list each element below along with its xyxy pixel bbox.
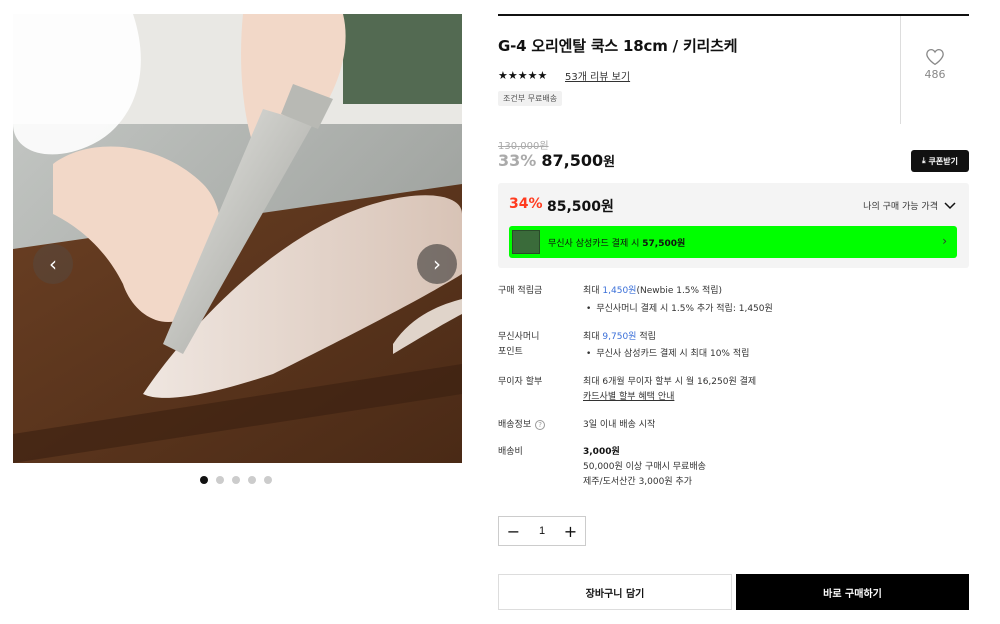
money-suffix: 적립: [636, 332, 656, 342]
chevron-right-icon: ›: [433, 252, 441, 276]
chevron-right-icon: ›: [942, 234, 947, 248]
like-count: 486: [924, 68, 946, 81]
top-divider: [498, 14, 969, 16]
gallery-pagination: [200, 476, 272, 484]
help-icon[interactable]: ?: [535, 419, 546, 430]
product-title: G-4 오리엔탈 쿡스 18cm / 키리츠케: [498, 37, 738, 55]
download-icon: ⤓: [922, 156, 926, 165]
money-label: 무신사머니 포인트: [498, 330, 539, 360]
card-benefit-banner[interactable]: 무신사 삼성카드 결제 시 57,500원 ›: [509, 226, 957, 258]
fee-value: 3,000원: [583, 447, 620, 457]
fee-extra: 제주/도서산간 3,000원 추가: [583, 477, 693, 487]
coupon-button-label: 쿠폰받기: [928, 156, 958, 166]
rating-stars-icon: ★★★★★: [498, 69, 548, 82]
discount-percent: 33%: [498, 151, 537, 170]
review-link[interactable]: 53개 리뷰 보기: [565, 68, 630, 83]
points-label: 구매 적립금: [498, 286, 543, 296]
money-label-line1: 무신사머니: [498, 332, 540, 342]
quantity-input[interactable]: [528, 525, 556, 537]
card-benefit-price: 57,500원: [642, 238, 686, 249]
card-benefit-text: 무신사 삼성카드 결제 시 57,500원: [548, 236, 685, 249]
gallery-dot[interactable]: [232, 476, 240, 484]
like-button[interactable]: 486: [915, 48, 955, 81]
gallery-dot[interactable]: [264, 476, 272, 484]
original-price: 130,000원: [498, 141, 549, 152]
buy-now-button[interactable]: 바로 구매하기: [736, 574, 969, 610]
delivery-text: 3일 이내 배송 시작: [583, 420, 656, 430]
money-value: 최대 9,750원 적립: [583, 330, 656, 345]
money-label-line2: 포인트: [498, 347, 523, 357]
delivery-label-text: 배송정보: [498, 420, 532, 430]
quantity-minus-button[interactable]: −: [499, 517, 528, 545]
add-to-cart-button[interactable]: 장바구니 담기: [498, 574, 732, 610]
coupon-button[interactable]: ⤓ 쿠폰받기: [911, 150, 969, 172]
installment-text: 최대 6개월 무이자 할부 시 월 16,250원 결제: [583, 377, 757, 387]
card-benefit-label: 무신사 삼성카드 결제 시: [548, 238, 640, 249]
delivery-label: 배송정보?: [498, 418, 546, 433]
gallery-dot[interactable]: [216, 476, 224, 484]
chevron-down-icon: [944, 201, 956, 209]
my-price-value: 85,500원: [547, 199, 614, 215]
money-prefix: 최대: [583, 332, 603, 342]
card-thumbnail: [512, 230, 540, 254]
like-divider: [900, 16, 901, 124]
gallery-prev-button[interactable]: ‹: [33, 244, 73, 284]
points-prefix: 최대: [583, 286, 603, 296]
points-suffix: (Newbie 1.5% 적립): [636, 286, 723, 296]
my-discount-percent: 34%: [509, 196, 543, 212]
money-bullet: 무신사 삼성카드 결제 시 최대 10% 적립: [586, 347, 749, 362]
discount-price-row: 33% 87,500원: [498, 151, 615, 170]
heart-icon: [926, 48, 944, 66]
shipping-badge: 조건부 무료배송: [498, 91, 563, 106]
points-value: 최대 1,450원(Newbie 1.5% 적립): [583, 284, 722, 299]
discount-price: 87,500: [541, 151, 604, 170]
gallery-dot[interactable]: [200, 476, 208, 484]
points-amount: 1,450원: [602, 286, 637, 296]
installment-label: 무이자 할부: [498, 377, 543, 387]
chevron-left-icon: ‹: [49, 252, 57, 276]
product-photo: [13, 14, 462, 463]
installment-link[interactable]: 카드사별 할부 혜택 안내: [583, 390, 674, 405]
my-price-box: 34% 85,500원 나의 구매 가능 가격 무신사 삼성카드 결제 시 57…: [498, 183, 969, 268]
my-price-label: 나의 구매 가능 가격: [863, 202, 938, 212]
points-bullet: 무신사머니 결제 시 1.5% 추가 적립: 1,450원: [586, 302, 772, 317]
product-image-gallery[interactable]: ‹ ›: [13, 14, 462, 463]
fee-free-condition: 50,000원 이상 구매시 무료배송: [583, 462, 706, 472]
money-amount: 9,750원: [602, 332, 637, 342]
my-price-toggle[interactable]: 나의 구매 가능 가격: [863, 199, 956, 212]
quantity-plus-button[interactable]: +: [556, 517, 585, 545]
fee-label: 배송비: [498, 447, 523, 457]
currency-label: 원: [603, 155, 616, 170]
gallery-next-button[interactable]: ›: [417, 244, 457, 284]
gallery-dot[interactable]: [248, 476, 256, 484]
quantity-stepper: − +: [498, 516, 586, 546]
